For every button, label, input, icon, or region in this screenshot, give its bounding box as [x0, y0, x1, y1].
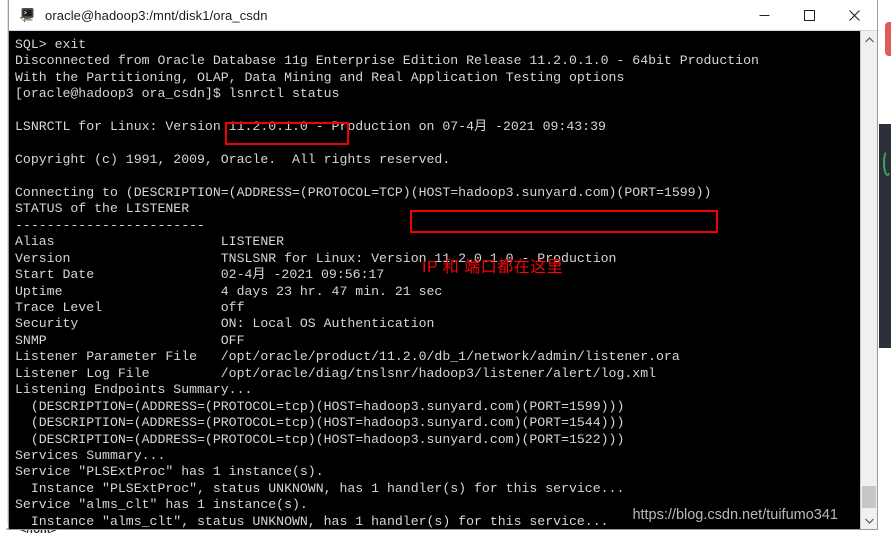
minimize-icon	[759, 15, 770, 16]
terminal-line: Copyright (c) 1991, 2009, Oracle. All ri…	[15, 152, 451, 168]
terminal-line: SNMP OFF	[15, 332, 245, 348]
terminal-line: Alias LISTENER	[15, 234, 285, 250]
terminal-line: Services Summary...	[15, 447, 166, 463]
terminal-shortcut-icon	[19, 6, 37, 24]
terminal-line: Service "PLSExtProc" has 1 instance(s).	[15, 464, 324, 480]
screen: ~' </font> oracle@hadoop3:/mnt/disk1/ora…	[0, 0, 891, 537]
background-green-arc-icon	[883, 150, 891, 176]
window-titlebar[interactable]: oracle@hadoop3:/mnt/disk1/ora_csdn	[9, 0, 877, 31]
terminal-line: ------------------------	[15, 217, 205, 233]
minimize-button[interactable]	[742, 0, 787, 31]
scrollbar-track[interactable]	[861, 48, 877, 512]
terminal-line: Instance "alms_clt", status UNKNOWN, has…	[15, 513, 609, 529]
window-title: oracle@hadoop3:/mnt/disk1/ora_csdn	[45, 7, 268, 23]
terminal-line: (DESCRIPTION=(ADDRESS=(PROTOCOL=tcp)(HOS…	[15, 398, 625, 414]
scroll-down-arrow-icon[interactable]	[861, 512, 877, 529]
scroll-up-arrow-icon[interactable]	[861, 31, 877, 48]
terminal-line: Uptime 4 days 23 hr. 47 min. 21 sec	[15, 283, 443, 299]
terminal-line: (DESCRIPTION=(ADDRESS=(PROTOCOL=tcp)(HOS…	[15, 415, 625, 431]
terminal-line: [oracle@hadoop3 ora_csdn]$ lsnrctl statu…	[15, 86, 340, 102]
annotation-note-ip-port: IP 和 端口都在这里	[422, 259, 564, 276]
background-red-chip	[885, 22, 891, 56]
terminal-scrollbar[interactable]	[860, 31, 877, 529]
terminal-line: Service "alms_clt" has 1 instance(s).	[15, 497, 308, 513]
terminal-line: LSNRCTL for Linux: Version 11.2.0.1.0 - …	[15, 119, 606, 135]
terminal-line: STATUS of the LISTENER	[15, 201, 190, 217]
scrollbar-thumb[interactable]	[862, 486, 876, 508]
terminal-line: Instance "PLSExtProc", status UNKNOWN, h…	[15, 480, 625, 496]
terminal-line: Security ON: Local OS Authentication	[15, 316, 435, 332]
terminal-line: Listening Endpoints Summary...	[15, 382, 253, 398]
terminal-body: SQL> exit Disconnected from Oracle Databa…	[9, 31, 877, 529]
maximize-button[interactable]	[787, 0, 832, 31]
close-button[interactable]	[832, 0, 877, 31]
close-icon	[849, 10, 860, 21]
background-left-strip	[0, 0, 8, 537]
terminal-line: Listener Parameter File /opt/oracle/prod…	[15, 349, 680, 365]
maximize-icon	[804, 10, 815, 21]
terminal-line: Trace Level off	[15, 300, 245, 315]
terminal-line: With the Partitioning, OLAP, Data Mining…	[15, 69, 625, 85]
terminal-line: Listener Log File /opt/oracle/diag/tnsls…	[15, 365, 657, 381]
terminal-line: Connecting to (DESCRIPTION=(ADDRESS=(PRO…	[15, 184, 712, 200]
terminal-line: (DESCRIPTION=(ADDRESS=(PROTOCOL=tcp)(HOS…	[15, 431, 625, 447]
terminal-line: Disconnected from Oracle Database 11g En…	[15, 53, 759, 69]
terminal-text: SQL> exit Disconnected from Oracle Databa…	[15, 37, 860, 529]
terminal-line: SQL> exit	[15, 37, 87, 52]
terminal-output-area[interactable]: SQL> exit Disconnected from Oracle Databa…	[9, 31, 860, 529]
terminal-window: oracle@hadoop3:/mnt/disk1/ora_csdn SQL> …	[8, 0, 878, 530]
window-controls	[742, 0, 877, 31]
